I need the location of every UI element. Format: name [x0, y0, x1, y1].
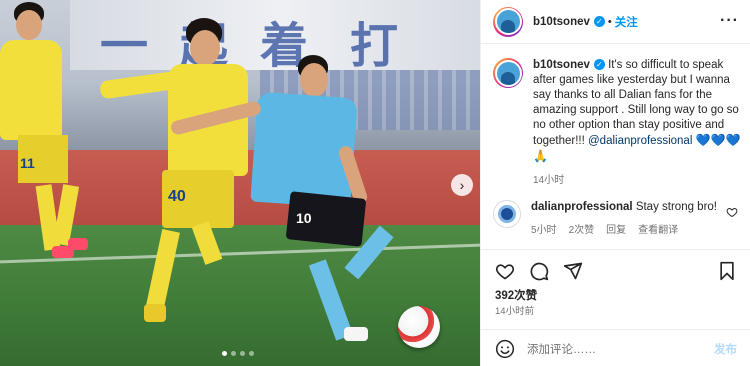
- comment-likes-link[interactable]: 2次赞: [569, 223, 595, 238]
- shorts-number-blue-10: 10: [296, 210, 312, 226]
- verified-icon: ✓: [593, 16, 605, 27]
- carousel-next-button[interactable]: ›: [451, 174, 473, 196]
- carousel-dots: [222, 351, 254, 356]
- carousel-dot[interactable]: [249, 351, 254, 356]
- more-icon[interactable]: ···: [720, 12, 739, 30]
- commenter-username[interactable]: dalianprofessional: [531, 201, 633, 213]
- comment-translate-button[interactable]: 查看翻译: [638, 223, 678, 238]
- follow-button[interactable]: 关注: [615, 14, 638, 30]
- shorts-number-yellow-left: 11: [20, 155, 35, 171]
- carousel-dot[interactable]: [222, 351, 227, 356]
- author-avatar[interactable]: [493, 6, 523, 37]
- caption-username[interactable]: b10tsonev: [533, 59, 590, 71]
- post-header: b10tsonev ✓ • 关注 ···: [481, 0, 750, 44]
- comment-text: Stay strong bro!: [635, 201, 717, 213]
- header-separator: •: [607, 15, 612, 28]
- likes-count[interactable]: 392次赞: [495, 287, 537, 303]
- verified-icon: ✓: [593, 59, 605, 71]
- comment-item: dalianprofessional Stay strong bro! 5小时 …: [493, 200, 743, 238]
- comment-icon[interactable]: [529, 261, 549, 281]
- post-photo[interactable]: 一 起 着 打 11 40 10: [0, 0, 480, 366]
- comment-reply-button[interactable]: 回复: [606, 223, 626, 238]
- player-blue-10: 10: [169, 55, 400, 355]
- post-comment-button[interactable]: 发布: [714, 341, 737, 357]
- player-yellow-left: 11: [0, 0, 90, 280]
- chevron-right-icon: ›: [459, 177, 465, 193]
- caption-timestamp: 14小时: [533, 175, 565, 186]
- post-actions: 392次赞 14小时前 添加评论…… 发布: [481, 249, 750, 366]
- post-caption: b10tsonev ✓ It's so difficult to speak af…: [493, 58, 743, 188]
- emoji-icon[interactable]: [495, 339, 515, 359]
- caption-mention-link[interactable]: @dalianprofessional: [588, 135, 692, 147]
- football: [398, 306, 440, 348]
- commenter-avatar[interactable]: [493, 200, 521, 228]
- carousel-dot[interactable]: [240, 351, 245, 356]
- post-timestamp: 14小时前: [495, 306, 535, 317]
- author-username[interactable]: b10tsonev: [533, 16, 590, 28]
- comment-input[interactable]: 添加评论……: [527, 341, 714, 357]
- comment-composer: 添加评论…… 发布: [481, 329, 750, 366]
- bookmark-icon[interactable]: [717, 261, 737, 281]
- comment-timestamp: 5小时: [531, 225, 557, 236]
- post-side-panel: b10tsonev ✓ • 关注 ··· b10tsonev ✓ It's so …: [480, 0, 750, 366]
- share-icon[interactable]: [563, 261, 583, 281]
- heart-icon[interactable]: [495, 261, 515, 281]
- comment-like-icon[interactable]: [726, 206, 738, 218]
- carousel-dot[interactable]: [231, 351, 236, 356]
- caption-avatar[interactable]: [493, 58, 523, 88]
